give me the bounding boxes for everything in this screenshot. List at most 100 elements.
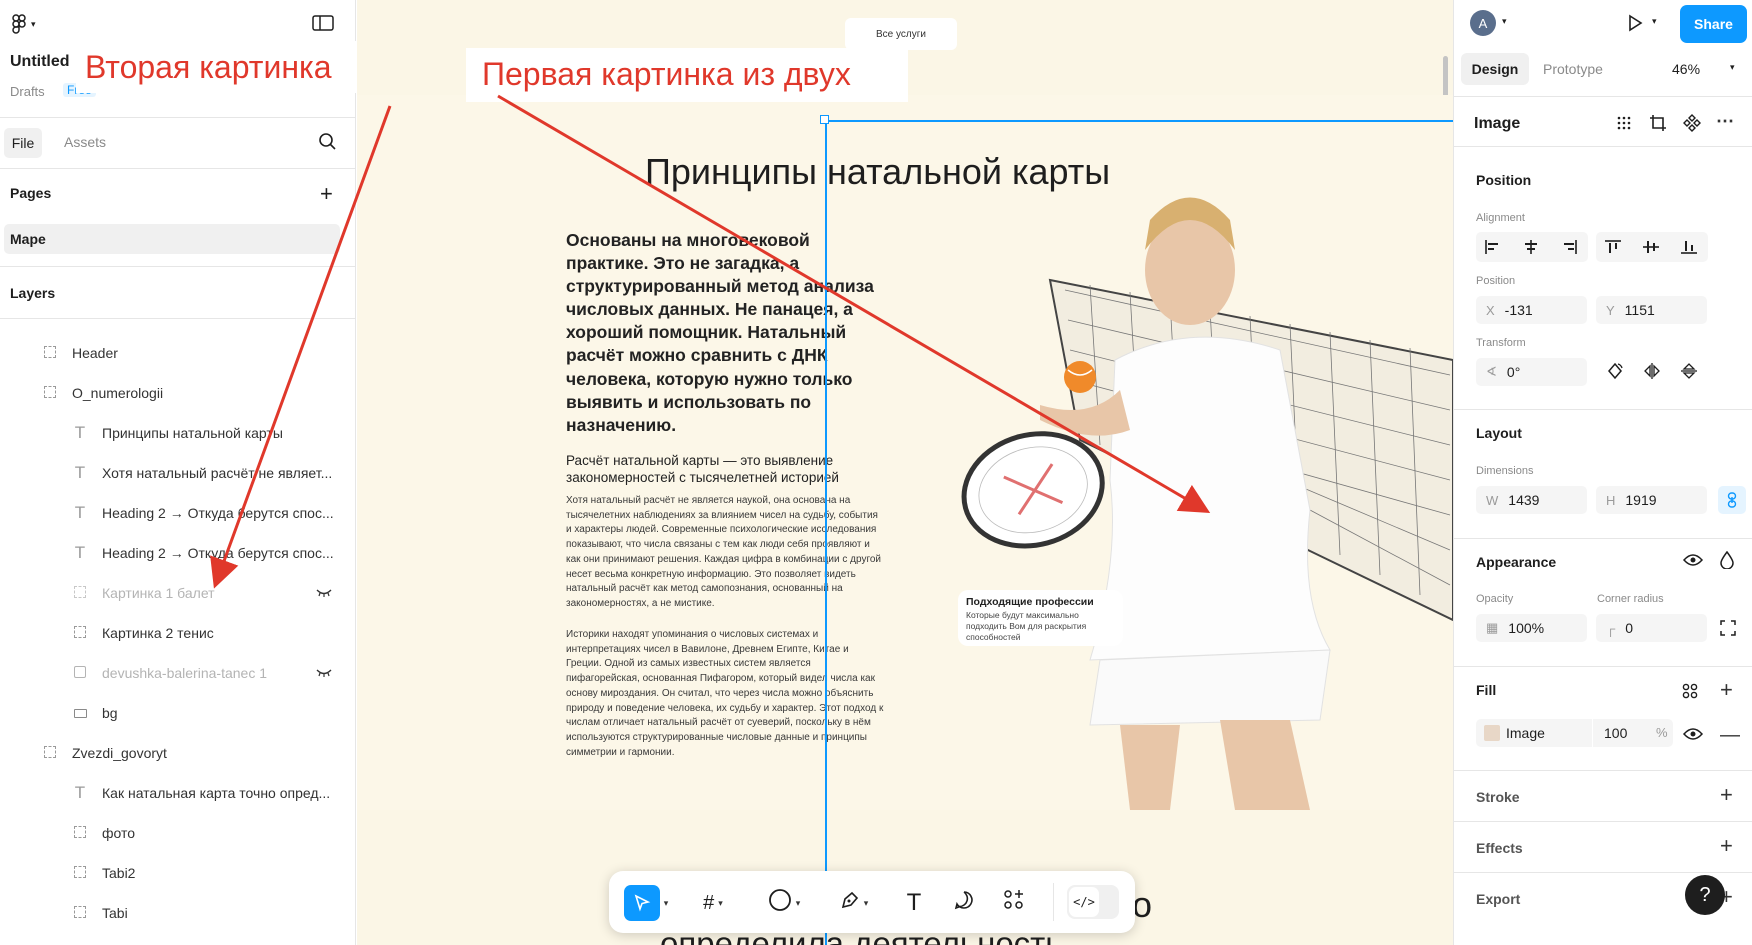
divider xyxy=(1454,538,1752,539)
add-effect-icon[interactable]: + xyxy=(1720,833,1733,859)
add-fill-icon[interactable]: + xyxy=(1720,677,1733,703)
opacity-field[interactable]: ▦ 100% xyxy=(1476,614,1587,642)
blend-mode-icon[interactable] xyxy=(1720,550,1734,573)
frame-tool-button[interactable]: # ▾ xyxy=(691,887,735,919)
x-field[interactable]: X -131 xyxy=(1476,296,1587,324)
stroke-heading[interactable]: Stroke xyxy=(1476,789,1520,805)
actions-tool-button[interactable] xyxy=(997,887,1031,919)
component-icon[interactable] xyxy=(1683,114,1701,136)
position-label: Position xyxy=(1476,275,1516,287)
chevron-down-icon[interactable]: ▾ xyxy=(1502,16,1507,27)
transform-label: Transform xyxy=(1476,337,1526,349)
avatar[interactable]: A xyxy=(1470,10,1496,36)
hash-icon: # xyxy=(703,891,715,914)
y-prefix: Y xyxy=(1606,302,1615,318)
chevron-down-icon: ▾ xyxy=(795,897,801,908)
chevron-down-icon: ▾ xyxy=(663,897,669,908)
flip-horizontal-icon[interactable] xyxy=(1643,362,1661,384)
eye-icon[interactable] xyxy=(1682,553,1704,571)
add-stroke-icon[interactable]: + xyxy=(1720,782,1733,808)
corner-radius-field[interactable]: ┌ 0 xyxy=(1596,614,1707,642)
width-field[interactable]: W 1439 xyxy=(1476,486,1587,514)
right-panel: A ▾ ▾ Share Design Prototype 46% ▾ Image… xyxy=(1453,0,1752,945)
fill-field-divider xyxy=(1592,719,1593,747)
play-icon[interactable] xyxy=(1625,13,1645,36)
zoom-level[interactable]: 46% xyxy=(1672,61,1700,77)
styles-icon[interactable] xyxy=(1682,683,1698,703)
eye-icon[interactable] xyxy=(1682,727,1704,745)
chevron-down-icon[interactable]: ▾ xyxy=(1652,16,1657,27)
effects-heading[interactable]: Effects xyxy=(1476,840,1523,856)
cursor-icon xyxy=(623,885,660,921)
x-prefix: X xyxy=(1486,302,1495,318)
align-left-icon[interactable] xyxy=(1484,239,1502,258)
rotation-field[interactable]: ∢ 0° xyxy=(1476,358,1587,386)
rotation-value: 0° xyxy=(1506,364,1521,380)
y-field[interactable]: Y 1151 xyxy=(1596,296,1707,324)
independent-corners-icon[interactable] xyxy=(1720,620,1736,640)
move-tool-button[interactable]: ▾ xyxy=(621,885,671,921)
comment-icon xyxy=(954,890,974,916)
more-options-icon[interactable]: ⋯ xyxy=(1716,111,1734,132)
actions-icon xyxy=(1003,889,1025,917)
w-prefix: W xyxy=(1486,492,1499,508)
align-right-icon[interactable] xyxy=(1560,239,1578,258)
fill-opacity-unit: % xyxy=(1656,725,1668,740)
vertical-align-group xyxy=(1596,232,1708,262)
align-middle-icon[interactable] xyxy=(1642,239,1660,258)
chevron-down-icon: ▾ xyxy=(863,897,869,908)
dev-mode-toggle[interactable]: </> xyxy=(1067,885,1119,919)
pen-tool-button[interactable]: ▾ xyxy=(831,887,877,919)
share-button[interactable]: Share xyxy=(1680,5,1747,43)
divider xyxy=(1454,96,1752,97)
position-heading: Position xyxy=(1476,172,1532,188)
circle-icon xyxy=(768,888,792,918)
height-field[interactable]: H 1919 xyxy=(1596,486,1707,514)
angle-icon: ∢ xyxy=(1486,364,1497,379)
divider xyxy=(1454,146,1752,147)
export-heading[interactable]: Export xyxy=(1476,891,1520,907)
arrow-to-first-image xyxy=(497,94,1211,514)
tab-prototype[interactable]: Prototype xyxy=(1543,61,1603,77)
divider xyxy=(1454,666,1752,667)
shape-tool-button[interactable]: ▾ xyxy=(759,887,809,919)
corner-radius-value: 0 xyxy=(1625,620,1634,636)
align-top-icon[interactable] xyxy=(1604,239,1622,258)
text-tool-button[interactable]: T xyxy=(897,887,931,919)
fill-opacity[interactable]: 100 xyxy=(1604,725,1627,741)
remove-fill-icon[interactable]: — xyxy=(1720,724,1740,747)
fill-row[interactable]: Image 100 % xyxy=(1476,719,1673,747)
rotate-icon[interactable] xyxy=(1606,362,1624,384)
pen-icon xyxy=(840,890,860,916)
flip-vertical-icon[interactable] xyxy=(1680,362,1698,384)
corner-radius-label: Corner radius xyxy=(1597,593,1664,605)
align-center-icon[interactable] xyxy=(1522,239,1540,258)
arrow-to-second-image xyxy=(210,105,392,589)
divider xyxy=(1454,409,1752,410)
fill-type: Image xyxy=(1506,725,1545,741)
horizontal-align-group xyxy=(1476,232,1588,262)
layer-type-title: Image xyxy=(1474,115,1521,132)
x-value: -131 xyxy=(1504,302,1533,318)
align-bottom-icon[interactable] xyxy=(1680,239,1698,258)
divider xyxy=(1454,872,1752,873)
toolbar-divider xyxy=(1053,883,1054,921)
text-icon: T xyxy=(906,889,922,916)
code-icon: </> xyxy=(1069,887,1099,917)
opacity-icon: ▦ xyxy=(1486,620,1499,635)
y-value: 1151 xyxy=(1624,302,1655,318)
h-prefix: H xyxy=(1606,492,1616,508)
dimensions-label: Dimensions xyxy=(1476,465,1534,477)
corner-icon: ┌ xyxy=(1606,620,1616,636)
tab-design[interactable]: Design xyxy=(1461,53,1529,85)
grid-icon[interactable] xyxy=(1616,115,1632,135)
help-button[interactable]: ? xyxy=(1685,875,1725,915)
chevron-down-icon: ▾ xyxy=(718,897,723,908)
comment-tool-button[interactable] xyxy=(947,887,981,919)
crop-icon[interactable] xyxy=(1649,114,1667,136)
alignment-label: Alignment xyxy=(1476,212,1525,224)
divider xyxy=(1454,770,1752,771)
chevron-down-icon[interactable]: ▾ xyxy=(1730,62,1735,73)
layout-heading: Layout xyxy=(1476,425,1522,441)
constrain-proportions-icon[interactable] xyxy=(1718,486,1746,514)
